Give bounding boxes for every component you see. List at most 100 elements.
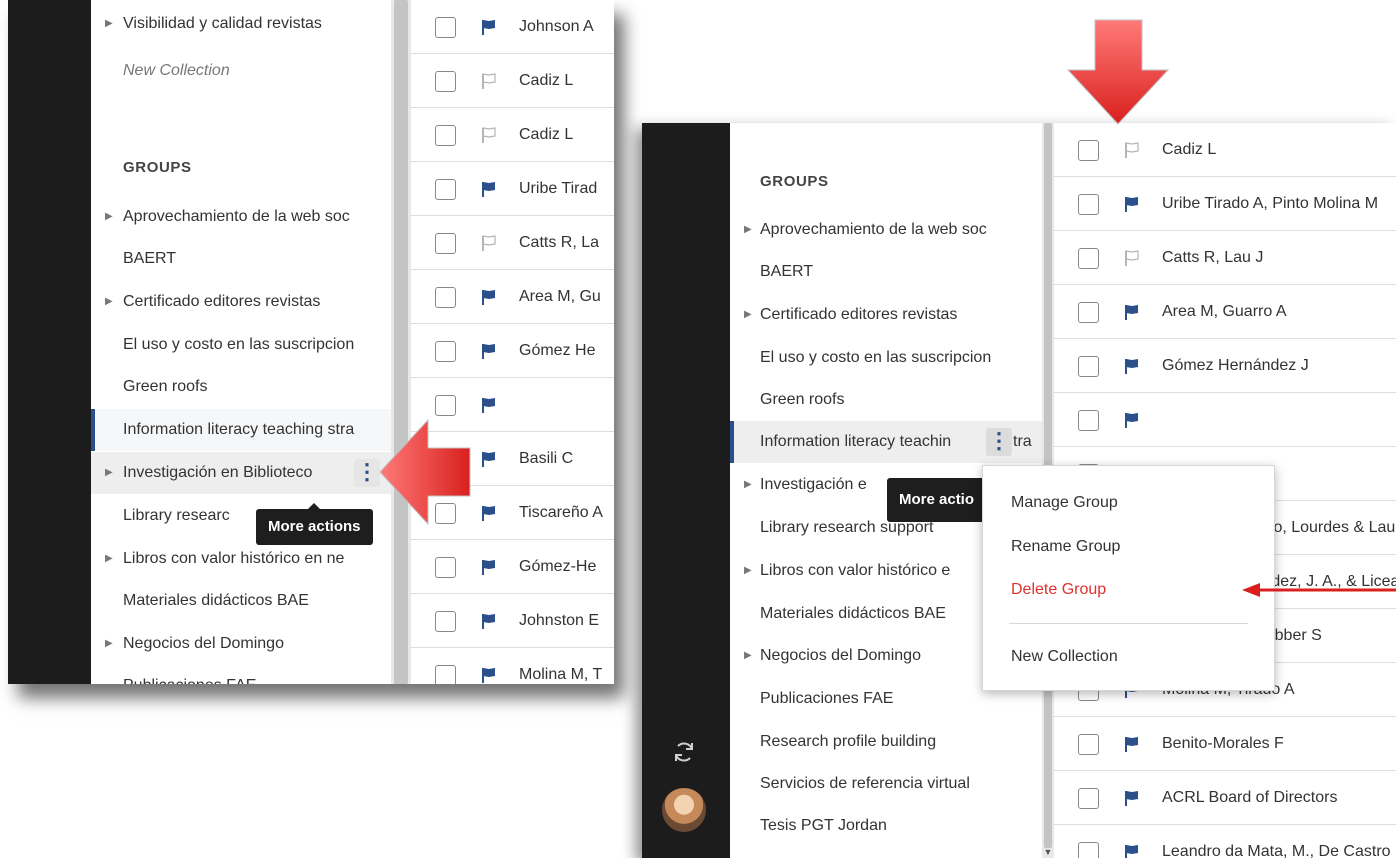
sidebar-item[interactable]: Tesis PGT Jordan xyxy=(730,805,1042,847)
row-checkbox[interactable] xyxy=(435,341,456,362)
manage-group-item[interactable]: Manage Group xyxy=(1011,494,1118,512)
row-checkbox[interactable] xyxy=(1078,248,1099,269)
flag-icon[interactable] xyxy=(1122,302,1142,322)
list-item[interactable]: Molina M, T xyxy=(411,648,614,684)
flag-outline-icon[interactable] xyxy=(479,125,499,145)
flag-icon[interactable] xyxy=(1122,842,1142,858)
expand-arrow-icon[interactable]: ▶ xyxy=(105,623,113,665)
list-item[interactable]: Area M, Gu xyxy=(411,270,614,324)
row-checkbox[interactable] xyxy=(1078,410,1099,431)
list-item[interactable]: Basili C xyxy=(411,432,614,486)
flag-icon[interactable] xyxy=(479,503,499,523)
list-item[interactable]: Benito-Morales F xyxy=(1054,717,1396,771)
flag-icon[interactable] xyxy=(479,611,499,631)
flag-icon[interactable] xyxy=(1122,194,1142,214)
sidebar-item[interactable]: Servicios de referencia virtual xyxy=(730,763,1042,805)
sidebar-item[interactable]: BAERT xyxy=(91,238,391,280)
row-checkbox[interactable] xyxy=(435,449,456,470)
row-checkbox[interactable] xyxy=(435,665,456,684)
list-item[interactable]: Cadiz L xyxy=(411,54,614,108)
flag-icon[interactable] xyxy=(479,449,499,469)
flag-outline-icon[interactable] xyxy=(479,233,499,253)
flag-outline-icon[interactable] xyxy=(1122,248,1142,268)
list-item[interactable] xyxy=(1054,393,1396,447)
sidebar-item[interactable]: Green roofs xyxy=(730,379,1042,421)
flag-icon[interactable] xyxy=(479,557,499,577)
sidebar-item[interactable]: BAERT xyxy=(730,251,1042,293)
row-checkbox[interactable] xyxy=(1078,140,1099,161)
row-checkbox[interactable] xyxy=(435,287,456,308)
sidebar-item[interactable]: Information literacy teaching stra xyxy=(91,409,391,451)
new-collection-item[interactable]: New Collection xyxy=(1011,648,1118,666)
sidebar-item[interactable]: El uso y costo en las suscripcion xyxy=(91,324,391,366)
sidebar-item[interactable]: ▶ Certificado editores revistas xyxy=(730,294,1042,336)
expand-arrow-icon[interactable]: ▶ xyxy=(744,464,752,506)
flag-icon[interactable] xyxy=(1122,410,1142,430)
row-checkbox[interactable] xyxy=(435,125,456,146)
sidebar-item[interactable]: ▶ Certificado editores revistas xyxy=(91,281,391,323)
flag-outline-icon[interactable] xyxy=(1122,140,1142,160)
expand-arrow-icon[interactable]: ▶ xyxy=(744,209,752,251)
rename-group-item[interactable]: Rename Group xyxy=(1011,538,1120,556)
sidebar-item[interactable]: Publicaciones FAE xyxy=(91,665,391,684)
more-vertical-icon[interactable]: ⋮ xyxy=(354,459,380,487)
list-item[interactable]: Johnson A xyxy=(411,0,614,54)
list-item[interactable]: Gómez Hernández J xyxy=(1054,339,1396,393)
user-avatar[interactable] xyxy=(662,788,706,832)
expand-arrow-icon[interactable]: ▶ xyxy=(744,294,752,336)
sidebar-item[interactable]: Research profile building xyxy=(730,721,1042,763)
list-item[interactable]: Catts R, Lau J xyxy=(1054,231,1396,285)
expand-arrow-icon[interactable]: ▶ xyxy=(105,3,113,45)
list-item[interactable]: Leandro da Mata, M., De Castro xyxy=(1054,825,1396,858)
list-item[interactable]: Uribe Tirad xyxy=(411,162,614,216)
flag-icon[interactable] xyxy=(479,395,499,415)
sidebar-scrollbar[interactable] xyxy=(391,0,411,684)
expand-arrow-icon[interactable]: ▶ xyxy=(744,635,752,677)
flag-icon[interactable] xyxy=(1122,356,1142,376)
list-item[interactable]: Area M, Guarro A xyxy=(1054,285,1396,339)
scroll-down-icon[interactable]: ▼ xyxy=(1042,846,1054,858)
flag-icon[interactable] xyxy=(479,341,499,361)
sidebar-item[interactable]: ▶ Aprovechamiento de la web soc xyxy=(730,209,1042,251)
list-item[interactable]: Cadiz L xyxy=(1054,123,1396,177)
flag-outline-icon[interactable] xyxy=(479,71,499,91)
row-checkbox[interactable] xyxy=(1078,302,1099,323)
expand-arrow-icon[interactable]: ▶ xyxy=(105,196,113,238)
refresh-icon[interactable] xyxy=(670,738,698,766)
row-checkbox[interactable] xyxy=(435,557,456,578)
row-checkbox[interactable] xyxy=(435,233,456,254)
sidebar-item[interactable]: ▶ Aprovechamiento de la web soc xyxy=(91,196,391,238)
flag-icon[interactable] xyxy=(479,665,499,684)
list-item[interactable]: Gómez He xyxy=(411,324,614,378)
row-checkbox[interactable] xyxy=(1078,734,1099,755)
sidebar-item[interactable]: ▶ Investigación en Biblioteco xyxy=(91,452,391,494)
row-checkbox[interactable] xyxy=(435,503,456,524)
delete-group-item[interactable]: Delete Group xyxy=(1011,581,1106,599)
list-item[interactable]: Uribe Tirado A, Pinto Molina M xyxy=(1054,177,1396,231)
flag-icon[interactable] xyxy=(479,287,499,307)
row-checkbox[interactable] xyxy=(1078,194,1099,215)
flag-icon[interactable] xyxy=(1122,734,1142,754)
sidebar-item[interactable]: El uso y costo en las suscripcion xyxy=(730,337,1042,379)
sidebar-item[interactable]: ▶ Visibilidad y calidad revistas xyxy=(91,3,391,45)
row-checkbox[interactable] xyxy=(435,17,456,38)
expand-arrow-icon[interactable]: ▶ xyxy=(105,452,113,494)
row-checkbox[interactable] xyxy=(435,179,456,200)
sidebar-item[interactable]: Materiales didácticos BAE xyxy=(91,580,391,622)
sidebar-item[interactable]: Green roofs xyxy=(91,366,391,408)
flag-icon[interactable] xyxy=(479,179,499,199)
flag-icon[interactable] xyxy=(1122,788,1142,808)
row-checkbox[interactable] xyxy=(1078,788,1099,809)
list-item[interactable]: Johnston E xyxy=(411,594,614,648)
row-checkbox[interactable] xyxy=(435,395,456,416)
sidebar-item[interactable]: ▶ Negocios del Domingo xyxy=(91,623,391,665)
list-item[interactable]: Catts R, La xyxy=(411,216,614,270)
row-checkbox[interactable] xyxy=(435,611,456,632)
list-item[interactable]: Cadiz L xyxy=(411,108,614,162)
expand-arrow-icon[interactable]: ▶ xyxy=(105,281,113,323)
sidebar-item[interactable]: New Collection xyxy=(91,50,391,92)
expand-arrow-icon[interactable]: ▶ xyxy=(744,550,752,592)
row-checkbox[interactable] xyxy=(1078,356,1099,377)
list-item[interactable]: Tiscareño A xyxy=(411,486,614,540)
list-item[interactable] xyxy=(411,378,614,432)
